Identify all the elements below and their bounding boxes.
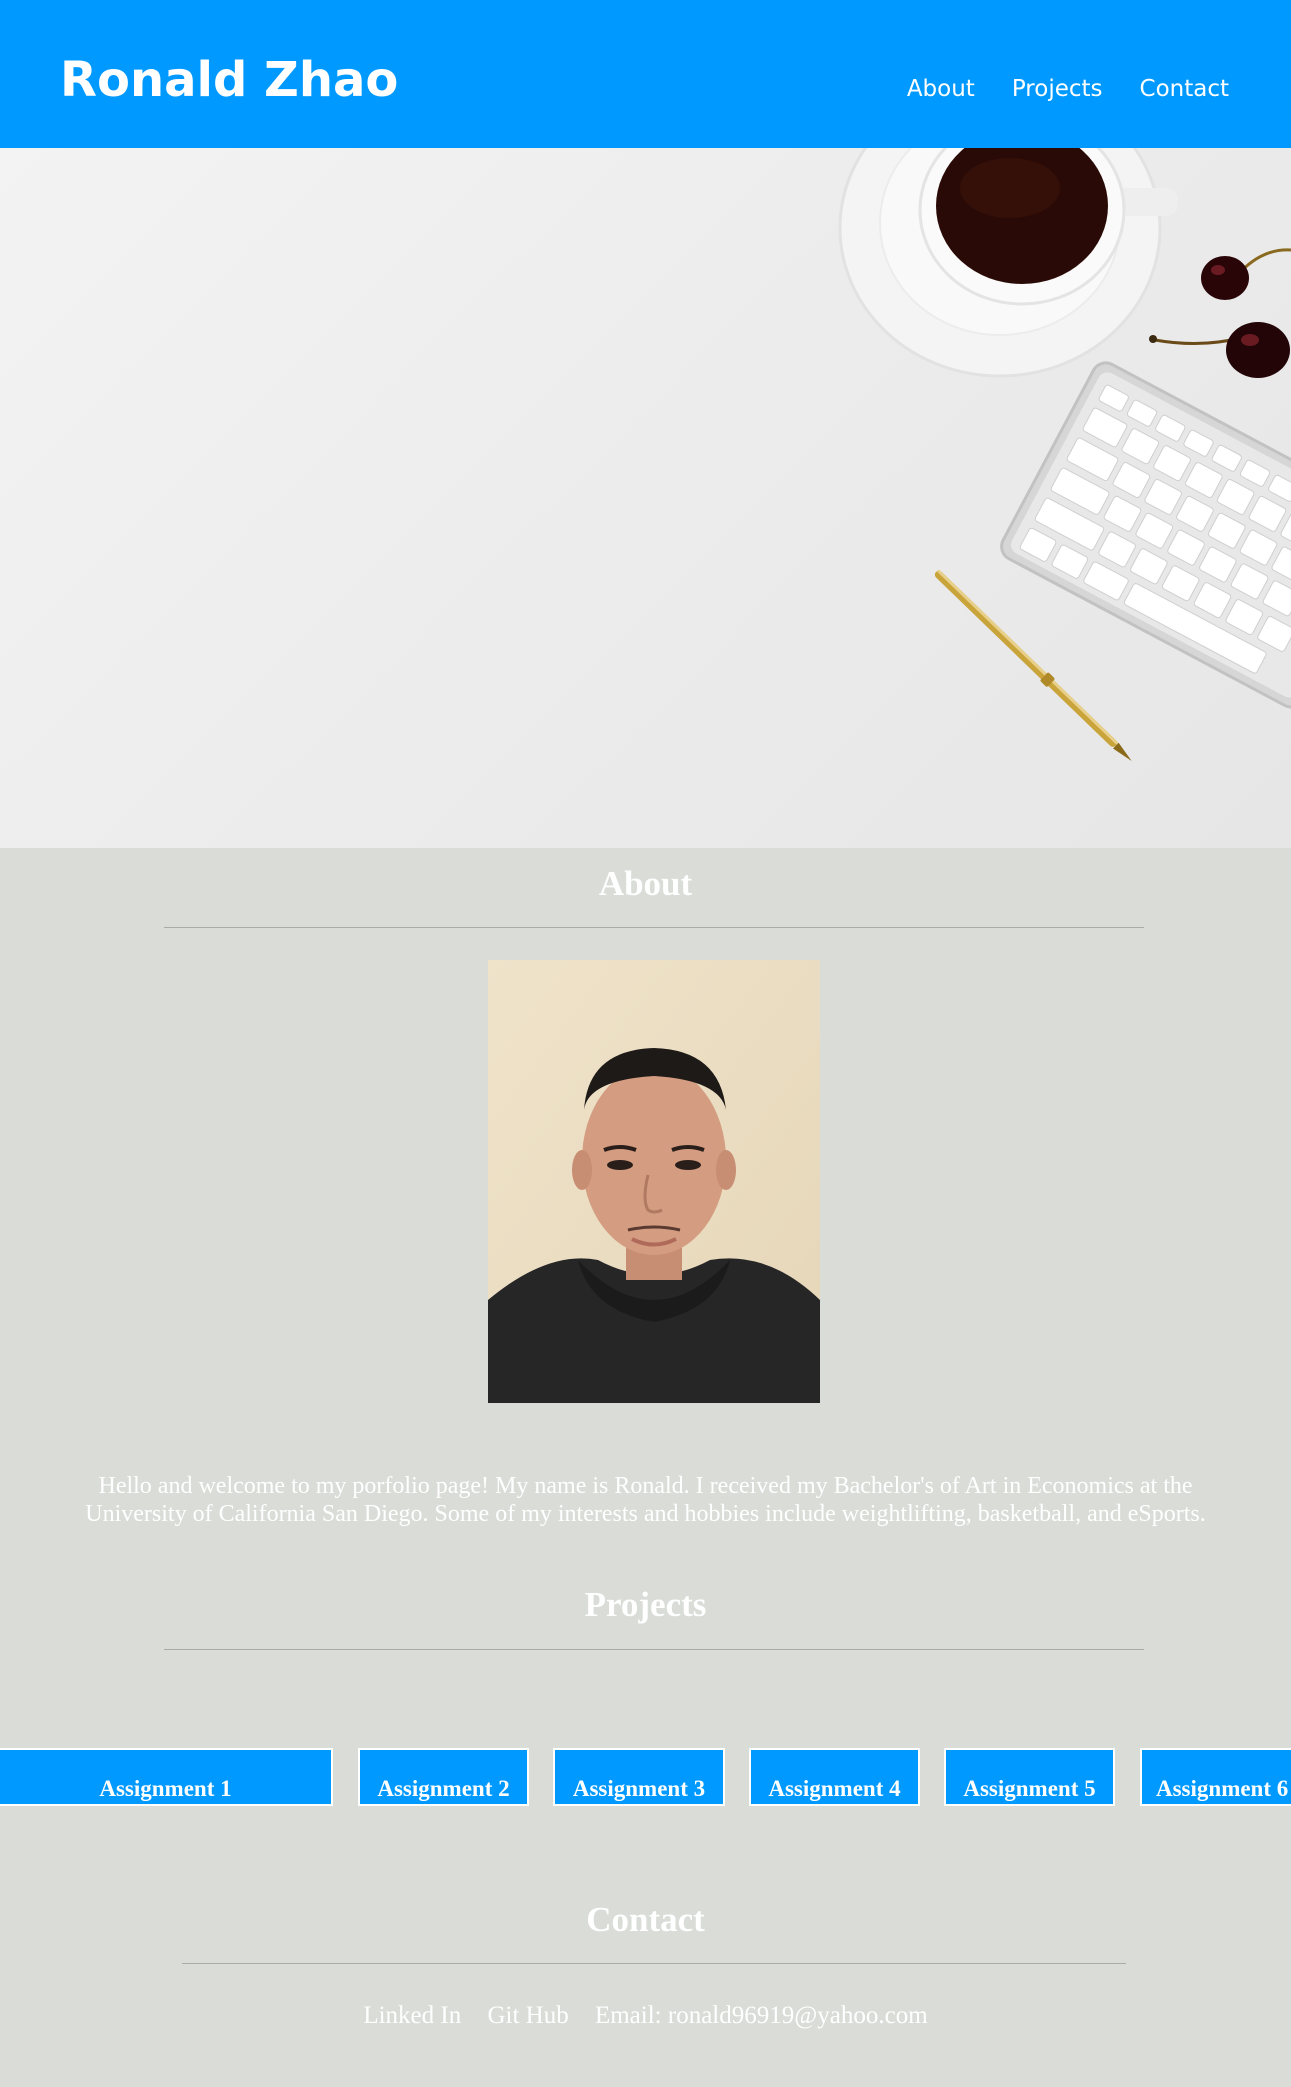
email-link[interactable]: Email: ronald96919@yahoo.com: [595, 2002, 928, 2029]
hero-image: [0, 148, 1291, 848]
assignment-1-button[interactable]: Assignment 1: [0, 1748, 333, 1806]
site-title[interactable]: Ronald Zhao: [60, 56, 398, 104]
about-heading: About: [598, 864, 693, 903]
linkedin-link[interactable]: Linked In: [363, 2002, 461, 2029]
site-header: Ronald Zhao About Projects Contact: [0, 0, 1291, 148]
projects-heading: Projects: [584, 1585, 707, 1624]
main-nav: About Projects Contact: [874, 76, 1229, 102]
contact-links: Linked In Git Hub Email: ronald96919@yah…: [0, 2002, 1291, 2030]
profile-photo: [488, 960, 820, 1403]
desk-illustration: [838, 148, 1291, 761]
contact-heading: Contact: [586, 1900, 705, 1939]
nav-contact-link[interactable]: Contact: [1140, 76, 1229, 102]
assignment-3-button[interactable]: Assignment 3: [553, 1748, 725, 1806]
contact-divider: [182, 1963, 1126, 1964]
projects-divider: [164, 1649, 1144, 1650]
assignment-6-button[interactable]: Assignment 6: [1140, 1748, 1291, 1806]
nav-about-link[interactable]: About: [907, 76, 975, 102]
profile-portrait: [488, 960, 820, 1403]
assignment-5-button[interactable]: Assignment 5: [944, 1748, 1115, 1806]
nav-projects-link[interactable]: Projects: [1012, 76, 1103, 102]
assignment-2-button[interactable]: Assignment 2: [358, 1748, 529, 1806]
assignment-4-button[interactable]: Assignment 4: [749, 1748, 920, 1806]
github-link[interactable]: Git Hub: [487, 2002, 568, 2029]
about-text: Hello and welcome to my porfolio page! M…: [85, 1473, 1206, 1527]
about-divider: [164, 927, 1144, 928]
